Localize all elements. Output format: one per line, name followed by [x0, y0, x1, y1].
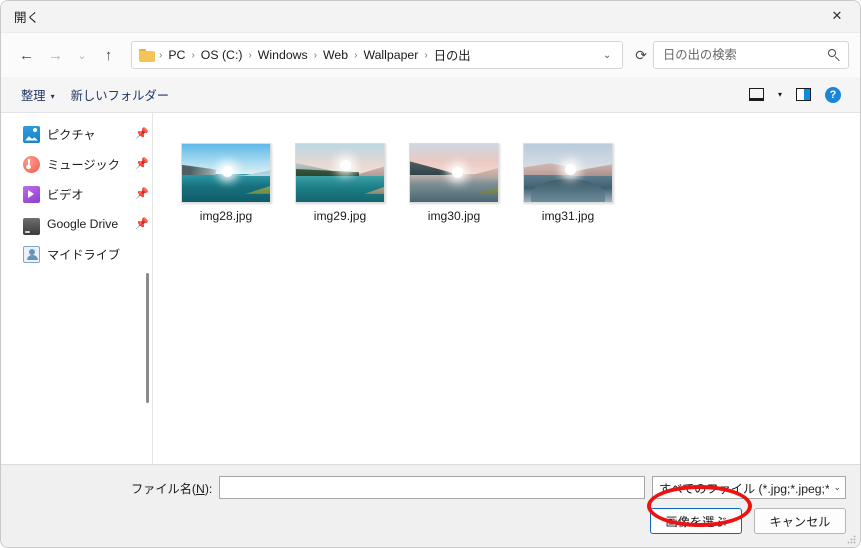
address-bar[interactable]: › PC › OS (C:) › Windows › Web › Wallpap… [131, 41, 624, 69]
preview-pane-icon [796, 88, 811, 101]
sidebar-item-label: ビデオ [47, 188, 84, 202]
filename-row: ファイル名(N): すべてのファイル (*.jpg;*.jpeg;*.bmp ⌄ [1, 476, 846, 499]
file-name: img29.jpg [313, 209, 367, 223]
file-tiles: img28.jpg img29.jpg img30.jpg img31.jpg [169, 139, 860, 227]
window-title: 開く [14, 11, 40, 25]
view-mode-icon [748, 88, 764, 101]
breadcrumb-item-1[interactable]: OS (C:) [196, 46, 248, 64]
filename-label: ファイル名(N): [131, 481, 213, 496]
breadcrumb-item-4[interactable]: Wallpaper [358, 46, 423, 64]
breadcrumb-item-0[interactable]: PC [163, 46, 190, 64]
dialog-footer: ファイル名(N): すべてのファイル (*.jpg;*.jpeg;*.bmp ⌄… [1, 464, 860, 547]
help-button[interactable]: ? [818, 84, 848, 106]
chevron-down-icon: ▾ [777, 90, 782, 99]
sidebar-item-label: ピクチャ [47, 128, 96, 142]
new-folder-button[interactable]: 新しいフォルダー [63, 83, 177, 107]
organize-button[interactable]: 整理 ▾ [13, 83, 63, 107]
pin-icon[interactable]: 📌 [135, 188, 149, 200]
sidebar-item-label: Google Drive [47, 217, 119, 231]
video-icon [23, 185, 40, 203]
resize-grip[interactable] [847, 535, 857, 545]
chevron-down-icon[interactable]: ⌄ [596, 50, 618, 61]
filename-field[interactable] [219, 476, 645, 499]
file-name: img28.jpg [199, 209, 253, 223]
breadcrumb-separator: › [191, 49, 195, 61]
file-type-dropdown[interactable]: すべてのファイル (*.jpg;*.jpeg;*.bmp ⌄ [652, 476, 846, 499]
breadcrumb-item-3[interactable]: Web [318, 46, 353, 64]
drive-icon [23, 217, 40, 235]
search-input[interactable] [661, 47, 824, 63]
breadcrumb-separator: › [424, 49, 428, 61]
cancel-button[interactable]: キャンセル [754, 508, 846, 534]
file-thumbnail [523, 143, 613, 203]
breadcrumb-separator: › [248, 49, 252, 61]
view-mode-button[interactable] [742, 85, 771, 104]
file-name: img31.jpg [541, 209, 595, 223]
sidebar-scrollbar[interactable] [146, 273, 149, 403]
open-file-dialog: 開く ✕ ← → ⌄ ↑ › PC › OS (C:) › Windows › … [0, 0, 861, 548]
search-box[interactable] [653, 41, 849, 69]
file-thumbnail [181, 143, 271, 203]
sidebar-item-label: ミュージック [47, 158, 120, 172]
up-icon[interactable]: ↑ [94, 41, 123, 70]
list-item[interactable]: img28.jpg [169, 139, 283, 227]
footer-buttons: 画像を選ぶ キャンセル [650, 508, 846, 534]
search-icon [828, 48, 841, 62]
pin-icon[interactable]: 📌 [135, 158, 149, 170]
navigation-pane: ピクチャ 📌 ミュージック 📌 ビデオ 📌 Google Drive 📌 マイド… [1, 113, 153, 464]
file-type-value: すべてのファイル (*.jpg;*.jpeg;*.bmp [659, 481, 830, 496]
music-icon [23, 155, 40, 173]
file-thumbnail [295, 143, 385, 203]
scrollbar-thumb[interactable] [146, 273, 149, 403]
file-thumbnail [409, 143, 499, 203]
view-mode-dropdown[interactable]: ▾ [771, 87, 789, 102]
sidebar-item-my-drive[interactable]: マイドライブ [1, 239, 152, 269]
sidebar-item-music[interactable]: ミュージック 📌 [1, 149, 152, 179]
breadcrumb-item-2[interactable]: Windows [253, 46, 313, 64]
recent-locations-icon[interactable]: ⌄ [70, 41, 94, 70]
title-bar: 開く ✕ [1, 1, 860, 33]
sidebar-item-pictures[interactable]: ピクチャ 📌 [1, 119, 152, 149]
filename-input[interactable] [224, 479, 640, 496]
breadcrumb-item-5[interactable]: 日の出 [429, 44, 476, 66]
organize-label: 整理 [21, 88, 46, 103]
close-icon[interactable]: ✕ [814, 1, 860, 31]
list-item[interactable]: img30.jpg [397, 139, 511, 227]
chevron-down-icon: ▾ [50, 91, 55, 101]
pin-icon[interactable]: 📌 [135, 218, 149, 230]
command-bar: 整理 ▾ 新しいフォルダー ▾ ? [1, 77, 860, 113]
mydrive-icon [23, 245, 40, 263]
sidebar-item-google-drive[interactable]: Google Drive 📌 [1, 209, 152, 239]
pin-icon[interactable]: 📌 [135, 128, 149, 140]
file-name: img30.jpg [427, 209, 481, 223]
file-list-pane[interactable]: img28.jpg img29.jpg img30.jpg img31.jpg [153, 113, 860, 464]
chevron-down-icon: ⌄ [833, 482, 841, 492]
forward-icon[interactable]: → [41, 41, 70, 70]
quick-access-list: ピクチャ 📌 ミュージック 📌 ビデオ 📌 Google Drive 📌 マイド… [1, 113, 152, 269]
preview-pane-button[interactable] [789, 85, 818, 104]
sidebar-item-videos[interactable]: ビデオ 📌 [1, 179, 152, 209]
dialog-body: ピクチャ 📌 ミュージック 📌 ビデオ 📌 Google Drive 📌 マイド… [1, 113, 860, 464]
navigation-bar: ← → ⌄ ↑ › PC › OS (C:) › Windows › Web ›… [1, 33, 860, 77]
breadcrumb: › PC › OS (C:) › Windows › Web › Wallpap… [158, 44, 596, 66]
back-icon[interactable]: ← [12, 41, 41, 70]
open-button[interactable]: 画像を選ぶ [650, 508, 742, 534]
help-icon: ? [825, 86, 841, 103]
sidebar-item-label: マイドライブ [47, 248, 121, 262]
pictures-icon [23, 125, 40, 143]
list-item[interactable]: img29.jpg [283, 139, 397, 227]
list-item[interactable]: img31.jpg [511, 139, 625, 227]
refresh-icon[interactable]: ⟳ [632, 47, 653, 64]
folder-icon [139, 48, 155, 62]
